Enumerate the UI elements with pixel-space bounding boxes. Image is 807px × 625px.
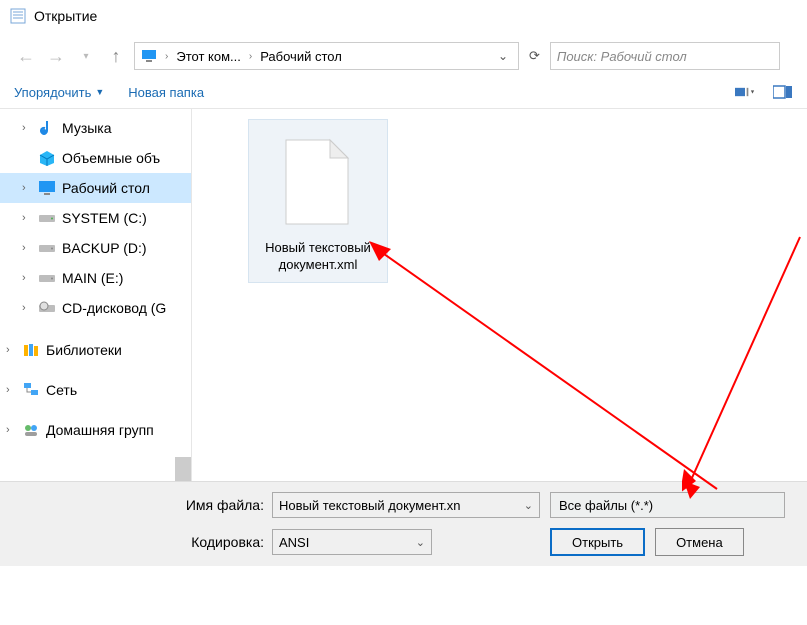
tree-item-3d[interactable]: Объемные объ	[0, 143, 191, 173]
tree-item-drive-e[interactable]: › MAIN (E:)	[0, 263, 191, 293]
drive-icon	[38, 269, 56, 287]
chevron-down-icon: ▼	[95, 87, 104, 97]
file-list[interactable]: Новый текстовый документ.xml	[192, 109, 807, 481]
address-bar[interactable]: › Этот ком... › Рабочий стол ⌄	[134, 42, 519, 70]
file-icon	[282, 136, 354, 228]
disc-drive-icon	[38, 299, 56, 317]
chevron-right-icon: ›	[249, 51, 252, 62]
nav-recent-dropdown[interactable]: ▾	[74, 44, 98, 68]
nav-bar: ← → ▾ ↑ › Этот ком... › Рабочий стол ⌄ ⟳…	[0, 32, 807, 76]
view-options[interactable]	[735, 84, 755, 100]
annotation-arrow	[682, 229, 807, 499]
encoding-select[interactable]: ANSI ⌄	[272, 529, 432, 555]
refresh-icon[interactable]: ⟳	[529, 48, 540, 64]
drive-icon	[38, 239, 56, 257]
chevron-down-icon[interactable]: ⌄	[524, 499, 533, 512]
chevron-right-icon: ›	[22, 212, 32, 224]
filename-label: Имя файла:	[12, 497, 272, 513]
tree-item-drive-d[interactable]: › BACKUP (D:)	[0, 233, 191, 263]
tree-group-network[interactable]: › Сеть	[0, 375, 191, 405]
organize-menu[interactable]: Упорядочить ▼	[14, 85, 104, 100]
chevron-right-icon: ›	[22, 302, 32, 314]
monitor-icon	[141, 49, 157, 63]
desktop-icon	[38, 179, 56, 197]
window-title: Открытие	[34, 8, 97, 24]
filename-input[interactable]: Новый текстовый документ.xn ⌄	[272, 492, 540, 518]
file-name: Новый текстовый документ.xml	[253, 240, 383, 274]
file-item[interactable]: Новый текстовый документ.xml	[248, 119, 388, 283]
tree-item-drive-c[interactable]: › SYSTEM (C:)	[0, 203, 191, 233]
tree-item-cdrom[interactable]: › CD-дисковод (G	[0, 293, 191, 323]
footer: Имя файла: Новый текстовый документ.xn ⌄…	[0, 481, 807, 566]
command-bar: Упорядочить ▼ Новая папка	[0, 76, 807, 109]
drive-icon	[38, 209, 56, 227]
scrollbar-thumb[interactable]	[175, 457, 191, 481]
music-icon	[38, 119, 56, 137]
libraries-icon	[22, 341, 40, 359]
cancel-button[interactable]: Отмена	[655, 528, 744, 556]
chevron-right-icon: ›	[22, 182, 32, 194]
encoding-label: Кодировка:	[12, 534, 272, 550]
nav-back[interactable]: ←	[14, 44, 38, 68]
preview-pane-toggle[interactable]	[773, 84, 793, 100]
nav-forward: →	[44, 44, 68, 68]
chevron-right-icon: ›	[165, 51, 168, 62]
homegroup-icon	[22, 421, 40, 439]
breadcrumb-leaf[interactable]: Рабочий стол	[260, 49, 342, 64]
annotation-arrow	[367, 239, 727, 499]
address-dropdown[interactable]: ⌄	[494, 49, 512, 63]
network-icon	[22, 381, 40, 399]
notepad-icon	[10, 8, 26, 24]
chevron-right-icon: ›	[22, 242, 32, 254]
filetype-select[interactable]: Все файлы (*.*)	[550, 492, 785, 518]
tree-group-libraries[interactable]: › Библиотеки	[0, 335, 191, 365]
search-input[interactable]: Поиск: Рабочий стол	[550, 42, 780, 70]
open-button[interactable]: Открыть	[550, 528, 645, 556]
cube-icon	[38, 149, 56, 167]
chevron-down-icon[interactable]: ⌄	[416, 536, 425, 549]
chevron-right-icon: ›	[6, 424, 16, 436]
new-folder-button[interactable]: Новая папка	[128, 85, 204, 100]
chevron-right-icon: ›	[6, 344, 16, 356]
tree-group-homegroup[interactable]: › Домашняя групп	[0, 415, 191, 445]
tree-item-desktop[interactable]: › Рабочий стол	[0, 173, 191, 203]
breadcrumb-root[interactable]: Этот ком...	[176, 49, 241, 64]
chevron-right-icon: ›	[22, 122, 32, 134]
chevron-right-icon: ›	[22, 272, 32, 284]
tree-item-music[interactable]: › Музыка	[0, 113, 191, 143]
nav-up[interactable]: ↑	[104, 44, 128, 68]
nav-tree: › Музыка Объемные объ › Рабочий стол › S…	[0, 109, 192, 481]
title-bar: Открытие	[0, 0, 807, 32]
chevron-right-icon: ›	[6, 384, 16, 396]
